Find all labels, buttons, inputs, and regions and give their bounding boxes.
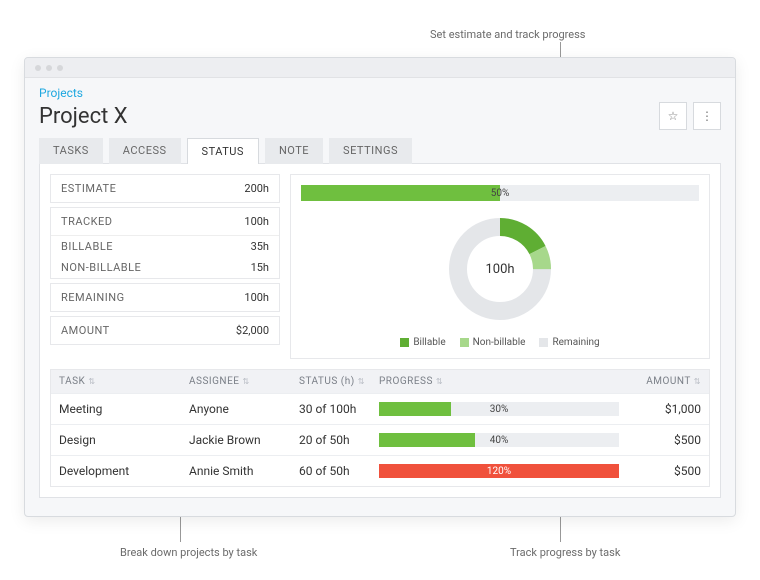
legend-nonbillable: Non-billable [473,337,526,348]
cell-assignee: Jackie Brown [189,433,299,447]
table-row[interactable]: Design Jackie Brown 20 of 50h 40% $500 [51,424,709,455]
cell-status: 30 of 100h [299,402,379,416]
th-amount[interactable]: AMOUNT⇅ [631,376,701,387]
kebab-icon: ⋮ [701,109,713,123]
cell-task: Meeting [59,402,189,416]
cell-amount: $1,000 [631,402,701,416]
cell-task: Development [59,464,189,478]
sort-icon: ⇅ [436,377,443,386]
stat-label: REMAINING [61,291,125,304]
stat-label: AMOUNT [61,324,110,337]
tab-note[interactable]: NOTE [265,138,323,164]
cell-progress: 120% [379,464,631,478]
tab-status[interactable]: STATUS [187,138,259,164]
annotation-top: Set estimate and track progress [430,28,585,41]
cell-progress: 30% [379,402,631,416]
overall-progress-label: 50% [301,185,699,201]
stat-label: BILLABLE [61,240,113,253]
cell-progress: 40% [379,433,631,447]
favorite-button[interactable]: ☆ [659,102,687,130]
row-progress-label: 30% [379,402,619,416]
th-assignee[interactable]: ASSIGNEE⇅ [189,376,299,387]
row-progress-bar: 40% [379,433,619,447]
swatch-nonbillable [460,338,469,347]
sort-icon: ⇅ [88,377,95,386]
stat-value: 35h [251,240,269,253]
cell-amount: $500 [631,464,701,478]
chart-column: 50% 100h Billa [290,174,710,359]
donut-center-label: 100h [485,262,514,277]
tab-access[interactable]: ACCESS [109,138,181,164]
row-progress-bar: 120% [379,464,619,478]
th-progress[interactable]: PROGRESS⇅ [379,376,631,387]
sort-icon: ⇅ [358,377,365,386]
sort-icon: ⇅ [242,377,249,386]
row-progress-label: 120% [379,464,619,478]
table-header: TASK⇅ ASSIGNEE⇅ STATUS (h)⇅ PROGRESS⇅ AM… [51,370,709,393]
app-window: Projects Project X ☆ ⋮ TASKS ACCESS STAT… [24,57,736,517]
stat-remaining: REMAINING 100h [50,283,280,312]
tab-tasks[interactable]: TASKS [39,138,103,164]
annotation-bottom-left: Break down projects by task [120,546,257,559]
table-row[interactable]: Development Annie Smith 60 of 50h 120% $… [51,455,709,486]
th-status[interactable]: STATUS (h)⇅ [299,376,379,387]
row-progress-label: 40% [379,433,619,447]
table-row[interactable]: Meeting Anyone 30 of 100h 30% $1,000 [51,393,709,424]
star-icon: ☆ [668,109,679,123]
stat-label: ESTIMATE [61,182,116,195]
window-titlebar [25,58,735,78]
breadcrumb[interactable]: Projects [39,86,721,100]
cell-amount: $500 [631,433,701,447]
stat-value: 200h [244,182,269,195]
stat-value: 100h [244,291,269,304]
stat-amount: AMOUNT $2,000 [50,316,280,345]
task-table: TASK⇅ ASSIGNEE⇅ STATUS (h)⇅ PROGRESS⇅ AM… [50,369,710,487]
cell-assignee: Annie Smith [189,464,299,478]
cell-assignee: Anyone [189,402,299,416]
annotation-bottom-right: Track progress by task [510,546,620,559]
stat-estimate: ESTIMATE 200h [50,174,280,203]
overall-progress-bar: 50% [301,185,699,201]
window-dot [35,65,41,71]
stat-billable: BILLABLE 35h [51,236,279,257]
stat-value: 100h [244,215,269,228]
swatch-remaining [539,338,548,347]
cell-status: 60 of 50h [299,464,379,478]
stat-tracked-group: TRACKED 100h BILLABLE 35h NON-BILLABLE 1… [50,207,280,279]
cell-task: Design [59,433,189,447]
swatch-billable [400,338,409,347]
stat-label: NON-BILLABLE [61,261,141,274]
stat-value: 15h [251,261,269,274]
page-title: Project X [39,104,128,129]
tab-bar: TASKS ACCESS STATUS NOTE SETTINGS [39,138,721,164]
donut-chart: 100h [440,209,560,329]
tab-settings[interactable]: SETTINGS [329,138,412,164]
legend-remaining: Remaining [552,337,599,348]
stat-nonbillable: NON-BILLABLE 15h [51,257,279,278]
stat-column: ESTIMATE 200h TRACKED 100h BILLABLE 35h [50,174,280,359]
cell-status: 20 of 50h [299,433,379,447]
chart-legend: Billable Non-billable Remaining [301,337,699,348]
more-options-button[interactable]: ⋮ [693,102,721,130]
stat-value: $2,000 [236,324,269,337]
window-dot [57,65,63,71]
th-task[interactable]: TASK⇅ [59,376,189,387]
row-progress-bar: 30% [379,402,619,416]
legend-billable: Billable [413,337,445,348]
stat-label: TRACKED [61,215,113,228]
status-panel: ESTIMATE 200h TRACKED 100h BILLABLE 35h [39,163,721,498]
window-dot [46,65,52,71]
sort-icon: ⇅ [694,377,701,386]
